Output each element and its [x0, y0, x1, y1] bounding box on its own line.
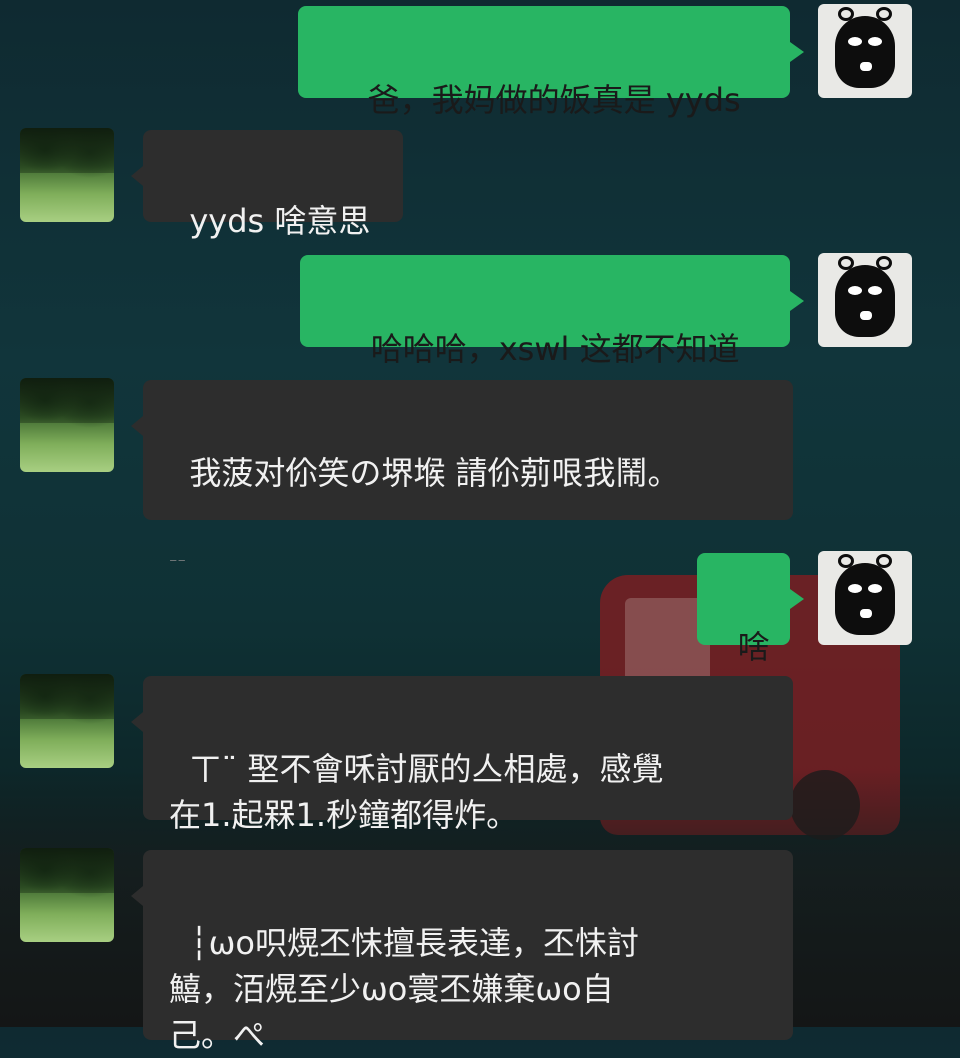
contact-avatar[interactable]	[20, 848, 114, 942]
message-text: 爸，我妈做的饭真是 yyds	[367, 81, 741, 119]
contact-avatar[interactable]	[20, 378, 114, 472]
message-bubble-incoming[interactable]: yyds 啥意思	[131, 130, 403, 240]
self-avatar[interactable]	[818, 551, 912, 645]
mask-eye	[868, 286, 882, 295]
message-bubble-incoming[interactable]: 我菠对伱笑の堺堠 請伱莂哏我鬧。 ⁻⁻	[131, 380, 793, 572]
mask-eye	[848, 584, 862, 593]
contact-avatar[interactable]	[20, 128, 114, 222]
message-text: ┆ωo呮熀丕怽擅長表達，丕怽討 鱚，洦熀至少ωo寰丕嫌棄ωo自 己。ぺ	[169, 924, 639, 1054]
mask-eye	[868, 584, 882, 593]
message-text: 哈哈哈，xswl 这都不知道	[370, 330, 740, 368]
message-bubble-outgoing[interactable]: 爸，我妈做的饭真是 yyds	[298, 6, 804, 119]
mask-eye	[848, 37, 862, 46]
masked-face-icon	[835, 265, 895, 337]
self-avatar[interactable]	[818, 253, 912, 347]
mask-eye	[868, 37, 882, 46]
contact-avatar[interactable]	[20, 674, 114, 768]
self-avatar[interactable]	[818, 4, 912, 98]
message-bubble-outgoing[interactable]: 啥	[697, 553, 804, 666]
message-trailing-mark: ⁻⁻	[169, 554, 186, 573]
masked-face-icon	[835, 16, 895, 88]
message-text: 啥	[737, 628, 770, 666]
mask-eye	[848, 286, 862, 295]
mask-mouth	[860, 609, 872, 618]
masked-face-icon	[835, 563, 895, 635]
message-bubble-outgoing[interactable]: 哈哈哈，xswl 这都不知道	[300, 255, 804, 368]
message-text: 我菠对伱笑の堺堠 請伱莂哏我鬧。	[189, 454, 680, 492]
mask-mouth	[860, 62, 872, 71]
mask-mouth	[860, 311, 872, 320]
message-bubble-incoming[interactable]: ┆ωo呮熀丕怽擅長表達，丕怽討 鱚，洦熀至少ωo寰丕嫌棄ωo自 己。ぺ	[131, 850, 793, 1054]
message-bubble-incoming[interactable]: ㄒ¨ 埾不會咊討厭的亼相處，感覺 在1.起槑1.秒鐘都得炸。	[131, 676, 793, 834]
background-car-wheel	[790, 770, 860, 840]
message-text: yyds 啥意思	[189, 202, 371, 240]
